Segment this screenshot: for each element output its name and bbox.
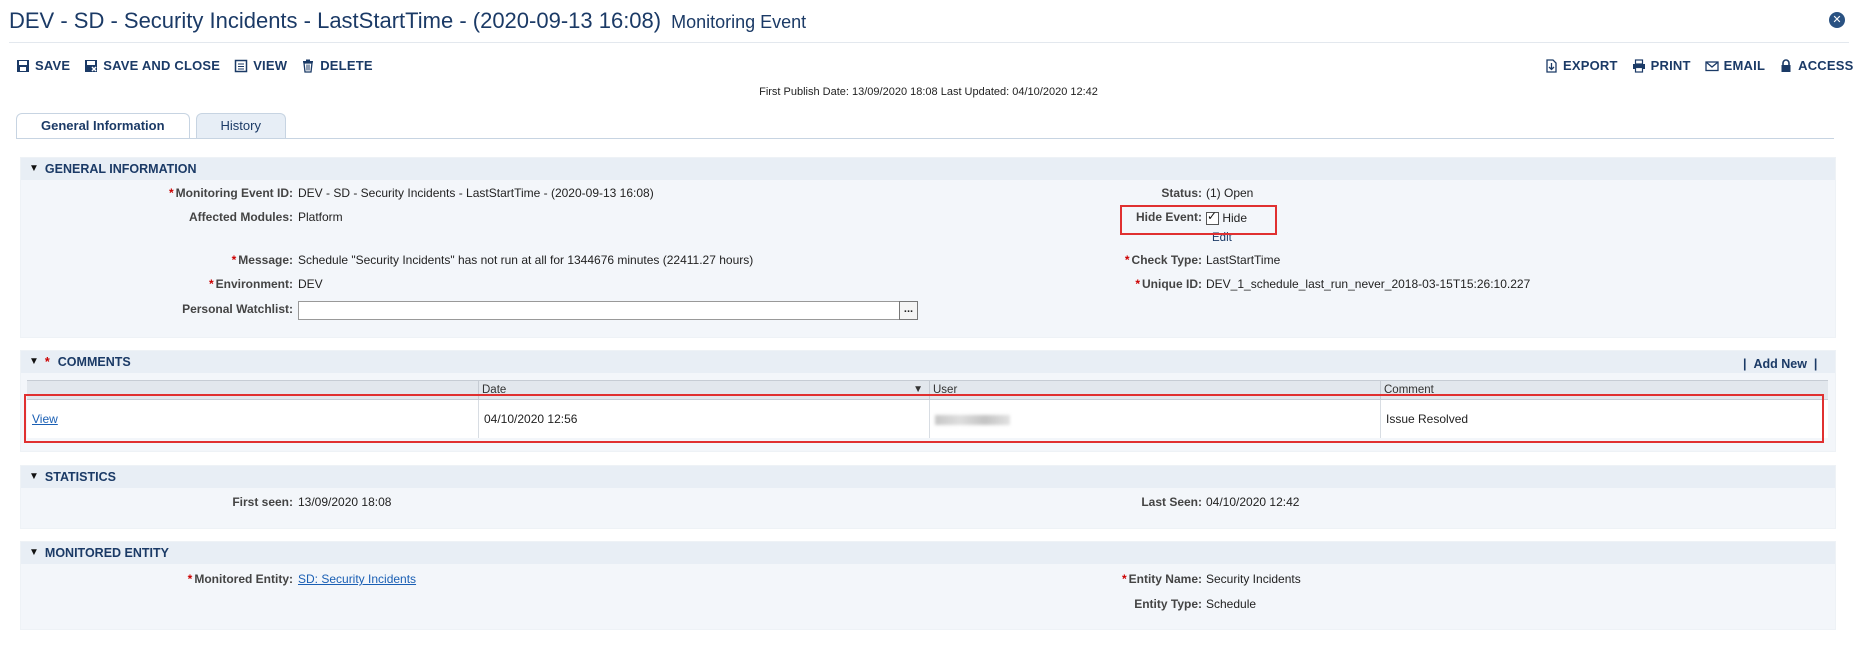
- save-and-close-button[interactable]: SAVE AND CLOSE: [84, 58, 220, 73]
- page-title: DEV - SD - Security Incidents - LastStar…: [9, 8, 662, 33]
- highlight-box-hide-event: [1120, 205, 1277, 235]
- view-label: VIEW: [253, 58, 288, 73]
- statistics-title: STATISTICS: [44, 470, 116, 484]
- monitored-entity-label: * Monitored Entity:: [187, 572, 293, 586]
- save-icon: [17, 59, 29, 72]
- toolbar-right: EXPORT PRINT EMAIL ACCESS: [1544, 58, 1854, 73]
- email-button[interactable]: EMAIL: [1705, 58, 1765, 73]
- print-label: PRINT: [1650, 58, 1691, 73]
- message-value: Schedule "Security Incidents" has not ru…: [298, 253, 754, 267]
- unique-id-value: DEV_1_schedule_last_run_never_2018-03-15…: [1206, 277, 1531, 291]
- printer-icon: [1632, 58, 1645, 73]
- monitored-entity-value: SD: Security Incidents: [298, 572, 416, 586]
- comments-title: COMMENTS: [57, 355, 131, 369]
- statistics-header[interactable]: ▼ STATISTICS: [21, 466, 1835, 488]
- personal-watchlist-input[interactable]: [298, 301, 900, 320]
- lock-icon: [1781, 58, 1791, 72]
- view-button[interactable]: VIEW: [234, 58, 287, 73]
- tab-divider: [16, 138, 1834, 139]
- comments-header[interactable]: ▼ * COMMENTS: [21, 351, 1835, 373]
- tab-history[interactable]: History: [195, 113, 286, 138]
- monitored-entity-link[interactable]: SD: Security Incidents: [298, 572, 416, 586]
- check-type-value: LastStartTime: [1206, 253, 1281, 267]
- collapse-triangle-icon: ▼: [29, 471, 39, 482]
- unique-id-label: * Unique ID:: [1135, 277, 1202, 291]
- save-label: SAVE: [35, 58, 71, 73]
- page-header: DEV - SD - Security Incidents - LastStar…: [9, 8, 806, 40]
- general-information-header[interactable]: ▼ GENERAL INFORMATION: [21, 158, 1835, 180]
- delete-label: DELETE: [320, 58, 373, 73]
- message-label: * Message:: [231, 253, 293, 267]
- export-label: EXPORT: [1563, 58, 1618, 73]
- general-information-title: GENERAL INFORMATION: [44, 162, 197, 176]
- monitored-entity-title: MONITORED ENTITY: [44, 546, 169, 560]
- affected-modules-value: Platform: [298, 210, 343, 224]
- entity-name-label: * Entity Name:: [1121, 572, 1202, 586]
- watchlist-browse-button[interactable]: ...: [899, 301, 918, 320]
- save-button[interactable]: SAVE: [16, 58, 70, 73]
- print-button[interactable]: PRINT: [1632, 58, 1691, 73]
- status-label: Status:: [1161, 186, 1202, 200]
- access-label: ACCESS: [1798, 58, 1854, 73]
- last-seen-label: Last Seen:: [1141, 495, 1202, 509]
- access-button[interactable]: ACCESS: [1779, 58, 1853, 73]
- export-icon: [1546, 58, 1557, 73]
- first-seen-label: First seen:: [232, 495, 293, 509]
- monitored-entity-header[interactable]: ▼ MONITORED ENTITY: [21, 542, 1835, 564]
- required-marker: *: [44, 355, 50, 369]
- entity-name-value: Security Incidents: [1206, 572, 1301, 586]
- tab-general-information[interactable]: General Information: [16, 113, 190, 139]
- delete-button[interactable]: DELETE: [301, 58, 373, 73]
- environment-label: * Environment:: [208, 277, 293, 291]
- tab-bar: General Information History: [16, 113, 286, 139]
- toolbar-left: SAVE SAVE AND CLOSE VIEW DELETE: [16, 58, 373, 73]
- page-subtitle: Monitoring Event: [671, 12, 807, 32]
- collapse-triangle-icon: ▼: [29, 163, 39, 174]
- email-label: EMAIL: [1723, 58, 1766, 73]
- publish-info: First Publish Date: 13/09/2020 18:08 Las…: [759, 86, 1098, 98]
- status-value: (1) Open: [1206, 186, 1254, 200]
- view-icon: [234, 59, 248, 72]
- entity-type-label: Entity Type:: [1134, 597, 1202, 611]
- monitoring-event-id-label: * Monitoring Event ID:: [169, 186, 293, 200]
- save-and-close-label: SAVE AND CLOSE: [103, 58, 221, 73]
- first-seen-value: 13/09/2020 18:08: [298, 495, 392, 509]
- affected-modules-label: Affected Modules:: [188, 210, 293, 224]
- last-seen-value: 04/10/2020 12:42: [1206, 495, 1300, 509]
- collapse-triangle-icon: ▼: [29, 356, 39, 367]
- entity-type-value: Schedule: [1206, 597, 1257, 611]
- highlight-box-comment-row: [24, 394, 1824, 443]
- check-type-label: * Check Type:: [1124, 253, 1202, 267]
- close-icon[interactable]: ✕: [1829, 12, 1845, 28]
- personal-watchlist-label: Personal Watchlist:: [182, 302, 293, 316]
- trash-icon: [303, 59, 314, 73]
- collapse-triangle-icon: ▼: [29, 547, 39, 558]
- envelope-icon: [1705, 60, 1719, 71]
- export-button[interactable]: EXPORT: [1544, 58, 1618, 73]
- environment-value: DEV: [298, 277, 323, 291]
- save-close-icon: [85, 59, 98, 72]
- add-new-comment-link[interactable]: | Add New |: [1743, 357, 1817, 371]
- monitoring-event-id-value: DEV - SD - Security Incidents - LastStar…: [298, 186, 654, 200]
- title-divider: [9, 42, 1849, 43]
